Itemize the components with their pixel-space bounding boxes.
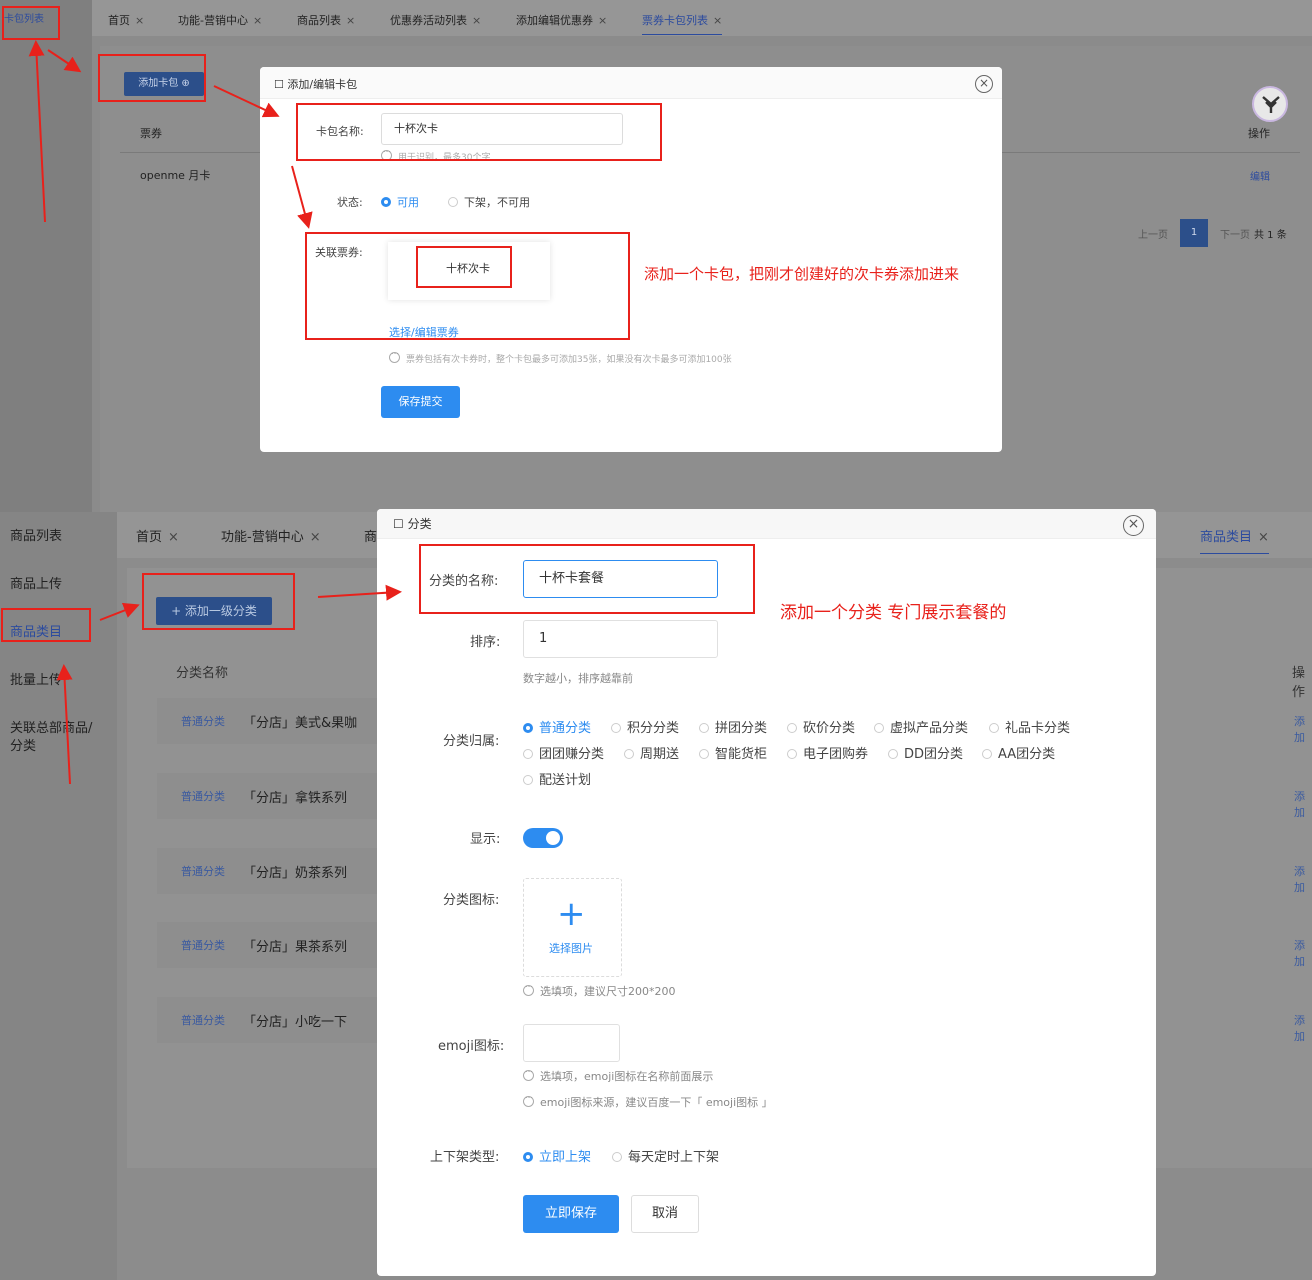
- arrow: [28, 40, 46, 223]
- arrow: [213, 85, 280, 118]
- arrow: [99, 602, 140, 621]
- arrow: [291, 165, 313, 229]
- annotation-arrows: [28, 40, 402, 785]
- arrow: [317, 584, 402, 601]
- arrow: [56, 664, 73, 785]
- arrow: [47, 49, 82, 73]
